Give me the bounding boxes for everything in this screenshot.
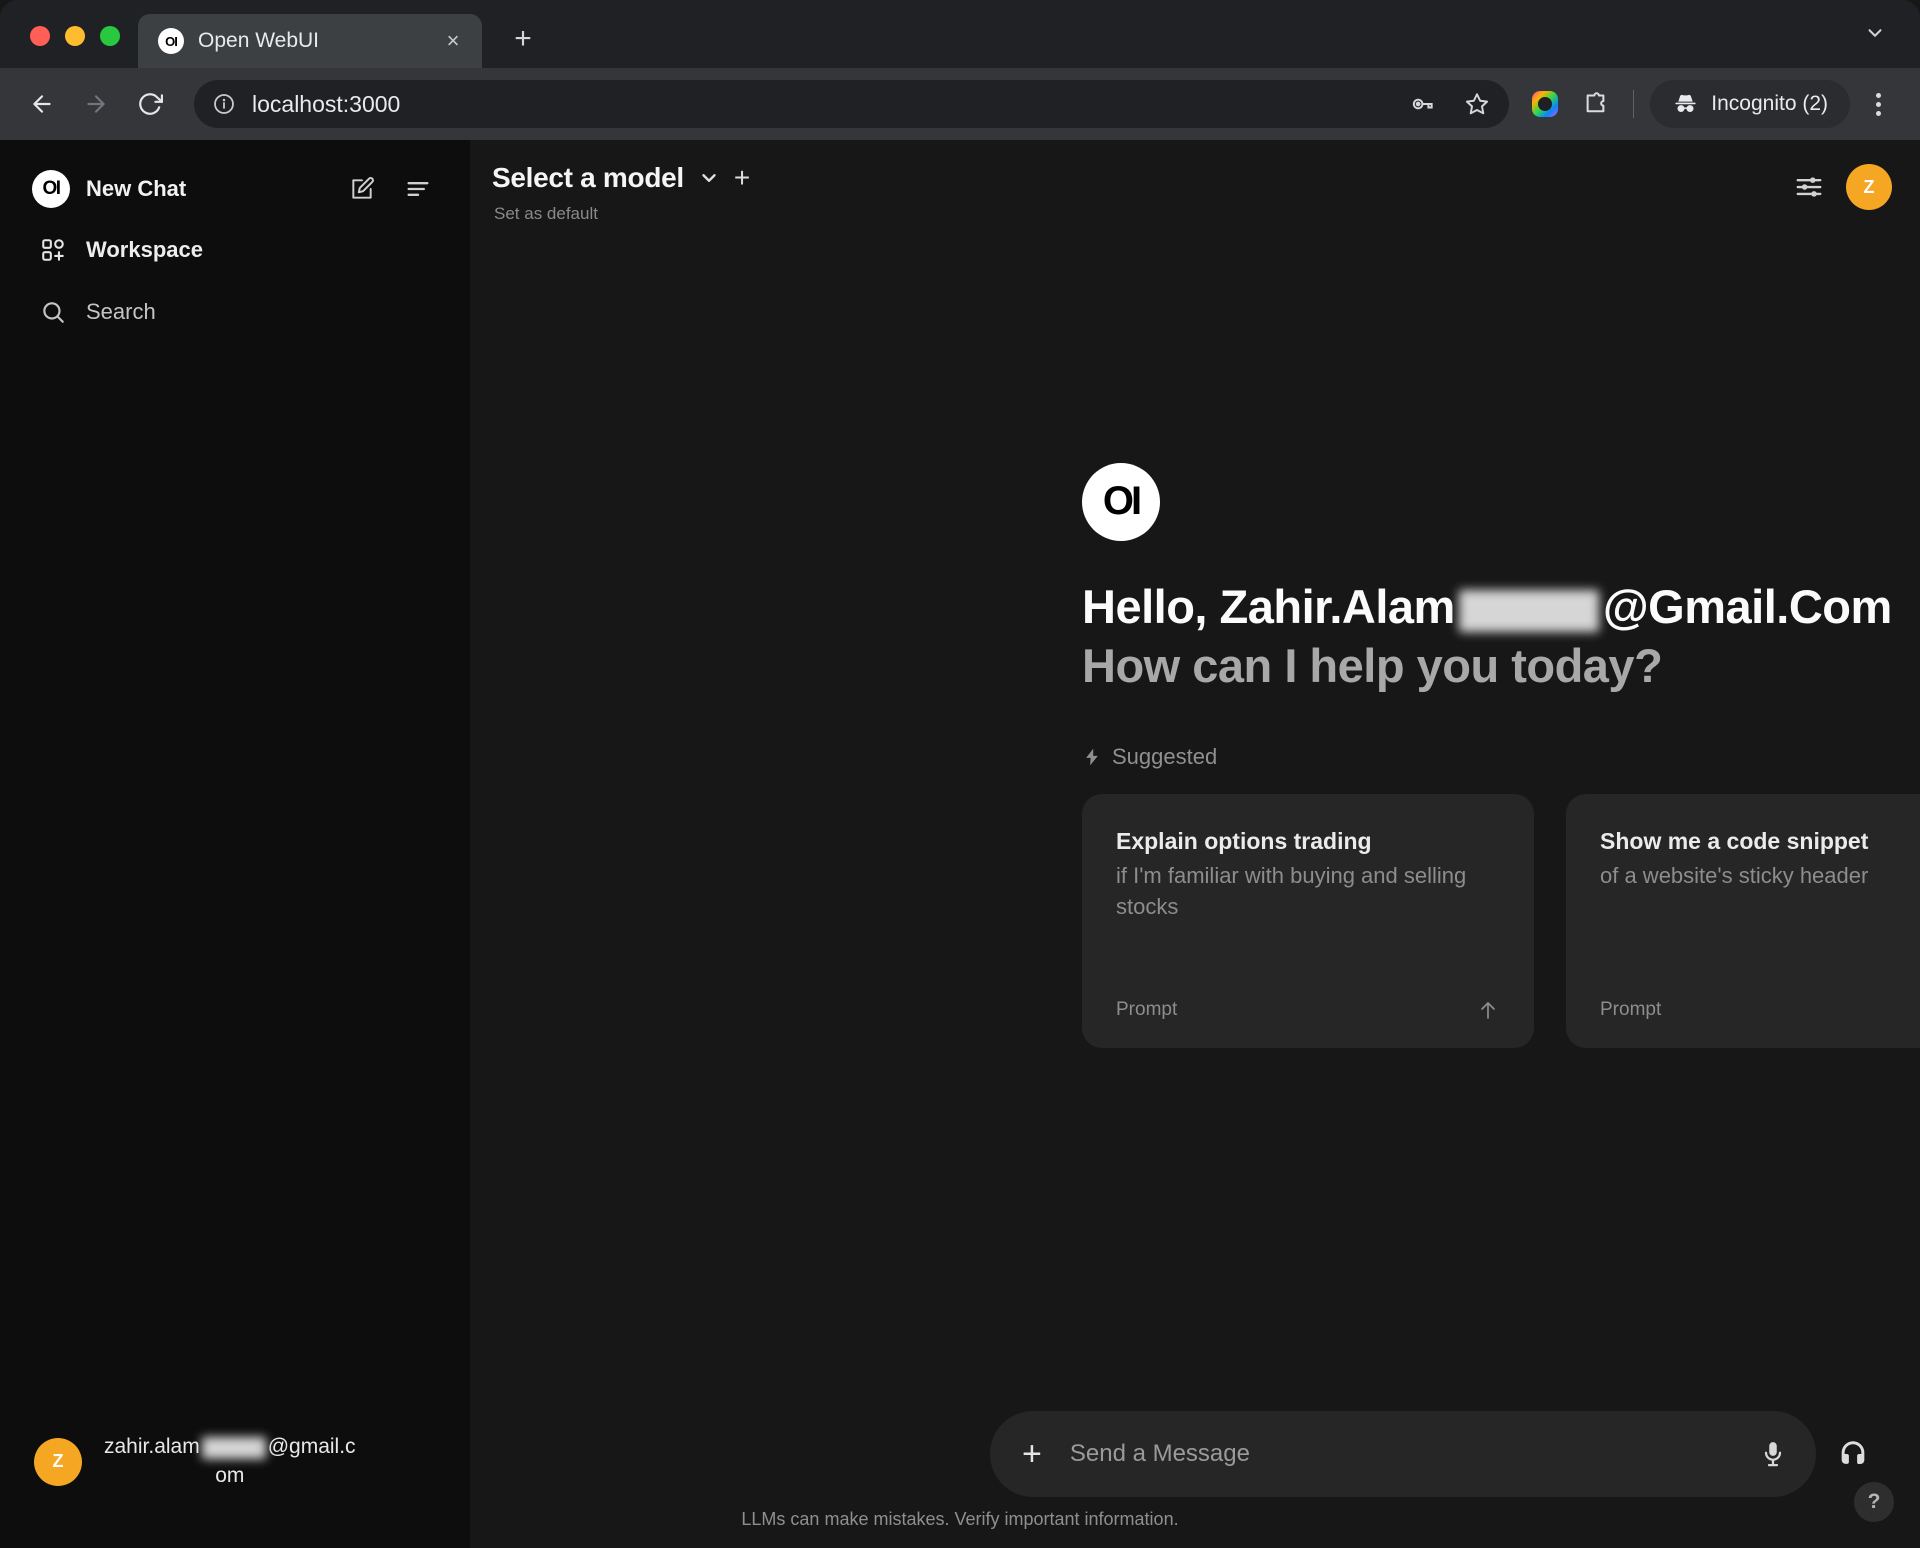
composer-row: + — [470, 1411, 1920, 1497]
workspace-grid-icon — [38, 235, 68, 265]
tab-favicon-icon: OI — [158, 28, 184, 54]
search-magnifier-icon — [38, 297, 68, 327]
address-bar[interactable]: localhost:3000 — [194, 80, 1510, 128]
sparkle-bolt-icon — [1082, 747, 1102, 767]
greeting-area: OI Hello, Zahir.Alam @Gmail.Com How can I… — [470, 230, 1920, 1411]
header-right-actions: Z — [1794, 162, 1892, 210]
back-arrow-icon[interactable] — [18, 80, 66, 128]
new-chat-button[interactable]: OI New Chat — [26, 162, 444, 216]
suggestion-card-prompt-label: Prompt — [1600, 999, 1662, 1021]
greeting-logo-label: OI — [1102, 479, 1142, 524]
three-dot-menu-icon[interactable] — [1856, 82, 1900, 126]
sidebar-toggle-icon[interactable] — [398, 169, 438, 209]
model-selector-block: Select a model + Set as default — [492, 162, 750, 224]
avatar: Z — [34, 1437, 82, 1486]
browser-window: OI Open WebUI × + localhost:3000 Incogni… — [0, 0, 1920, 1548]
openwebui-logo-icon: OI — [1082, 462, 1160, 541]
arrow-up-icon[interactable] — [1476, 998, 1500, 1022]
help-button[interactable]: ? — [1854, 1482, 1894, 1522]
redacted-email-segment — [1458, 589, 1599, 632]
headphones-icon[interactable] — [1836, 1437, 1870, 1471]
tab-favicon-label: OI — [165, 33, 178, 49]
chevron-down-icon[interactable] — [698, 167, 720, 189]
suggestion-card[interactable]: Explain options trading if I'm familiar … — [1082, 794, 1534, 1049]
sidebar-user-email: zahir.alam @gmail.c om — [104, 1433, 356, 1490]
plus-icon[interactable]: + — [1022, 1437, 1042, 1471]
sidebar-user-profile[interactable]: Z zahir.alam @gmail.c om — [0, 1433, 470, 1548]
message-input[interactable] — [1069, 1440, 1730, 1468]
browser-toolbar: localhost:3000 Incognito (2) — [0, 68, 1920, 140]
sidebar-item-workspace-label: Workspace — [86, 237, 203, 262]
address-bar-url: localhost:3000 — [252, 90, 401, 117]
add-model-button[interactable]: + — [734, 164, 750, 192]
model-selector[interactable]: Select a model + — [492, 162, 750, 194]
bookmark-star-icon[interactable] — [1457, 84, 1497, 124]
site-info-icon[interactable] — [210, 90, 238, 118]
suggestion-card-subtitle: if I'm familiar with buying and selling … — [1116, 863, 1467, 919]
main-content: Select a model + Set as default Z OI Hel… — [470, 140, 1920, 1548]
sidebar-user-email-prefix: zahir.alam — [104, 1435, 200, 1459]
footer-wrap: LLMs can make mistakes. Verify important… — [470, 1482, 1920, 1530]
suggestion-card-title: Explain options trading — [1116, 828, 1372, 855]
sidebar: OI New Chat Workspace Search Z zahir.ala… — [0, 140, 470, 1548]
maximize-window-button[interactable] — [100, 26, 120, 46]
reload-icon[interactable] — [126, 80, 174, 128]
suggested-label: Suggested — [1112, 744, 1218, 770]
greeting-title-prefix: Hello, Zahir.Alam — [1082, 579, 1455, 633]
avatar-initial: Z — [52, 1451, 64, 1472]
sidebar-item-search[interactable]: Search — [26, 284, 444, 340]
sidebar-user-email-suffix: @gmail.c — [267, 1435, 356, 1459]
suggestion-card-subtitle: of a website's sticky header — [1600, 863, 1869, 889]
suggestion-card-title: Show me a code snippet — [1600, 828, 1869, 855]
incognito-indicator[interactable]: Incognito (2) — [1650, 80, 1850, 128]
new-tab-button[interactable]: + — [502, 18, 544, 60]
tab-title: Open WebUI — [198, 29, 320, 52]
sliders-controls-icon[interactable] — [1794, 172, 1824, 202]
suggestion-card-footer: Prompt — [1600, 998, 1920, 1022]
message-composer[interactable]: + — [990, 1411, 1816, 1497]
password-key-icon[interactable] — [1403, 84, 1443, 124]
set-as-default-button[interactable]: Set as default — [494, 204, 750, 224]
header-avatar[interactable]: Z — [1846, 164, 1892, 210]
suggested-cards: Explain options trading if I'm familiar … — [470, 794, 1920, 1049]
composer-zone: + LLMs can make mistakes. Verify importa… — [470, 1411, 1920, 1530]
incognito-hat-icon — [1672, 91, 1699, 118]
chevron-down-icon[interactable] — [1854, 16, 1896, 50]
new-chat-label: New Chat — [86, 176, 187, 201]
sidebar-item-workspace[interactable]: Workspace — [26, 222, 444, 278]
suggested-label-row: Suggested — [1082, 744, 1920, 770]
greeting-block: OI Hello, Zahir.Alam @Gmail.Com How can I… — [470, 462, 1920, 770]
sidebar-user-email-wrap: om — [215, 1463, 245, 1487]
new-chat-pencil-icon[interactable] — [342, 169, 382, 209]
openwebui-logo-icon: OI — [32, 170, 70, 208]
window-traffic-lights — [0, 26, 120, 68]
redacted-email-segment — [201, 1436, 266, 1459]
incognito-label: Incognito (2) — [1711, 92, 1828, 115]
extensions-puzzle-icon[interactable] — [1573, 82, 1617, 126]
model-selector-label: Select a model — [492, 162, 684, 193]
greeting-title-suffix: @Gmail.Com — [1602, 579, 1892, 633]
sidebar-item-search-label: Search — [86, 299, 156, 324]
suggestion-card-prompt-label: Prompt — [1116, 999, 1178, 1021]
suggestion-card[interactable]: Show me a code snippet of a website's st… — [1566, 794, 1920, 1049]
close-icon[interactable]: × — [438, 26, 468, 56]
minimize-window-button[interactable] — [65, 26, 85, 46]
header-avatar-initial: Z — [1863, 176, 1875, 197]
color-circle-icon[interactable] — [1523, 82, 1567, 126]
greeting-title: Hello, Zahir.Alam @Gmail.Com — [1082, 579, 1920, 635]
main-header: Select a model + Set as default Z — [470, 140, 1920, 230]
openwebui-logo-label: OI — [42, 178, 61, 199]
close-window-button[interactable] — [30, 26, 50, 46]
suggestion-card-footer: Prompt — [1116, 998, 1500, 1022]
greeting-subtitle: How can I help you today? — [1082, 639, 1663, 693]
forward-arrow-icon[interactable] — [72, 80, 120, 128]
microphone-icon[interactable] — [1758, 1439, 1788, 1469]
browser-tab[interactable]: OI Open WebUI × — [138, 14, 482, 68]
open-webui-page: OI New Chat Workspace Search Z zahir.ala… — [0, 140, 1920, 1548]
toolbar-divider — [1633, 90, 1635, 118]
sidebar-top-section: OI New Chat Workspace Search — [0, 140, 470, 340]
disclaimer-text: LLMs can make mistakes. Verify important… — [741, 1509, 1179, 1529]
browser-tab-strip: OI Open WebUI × + — [0, 0, 1920, 68]
